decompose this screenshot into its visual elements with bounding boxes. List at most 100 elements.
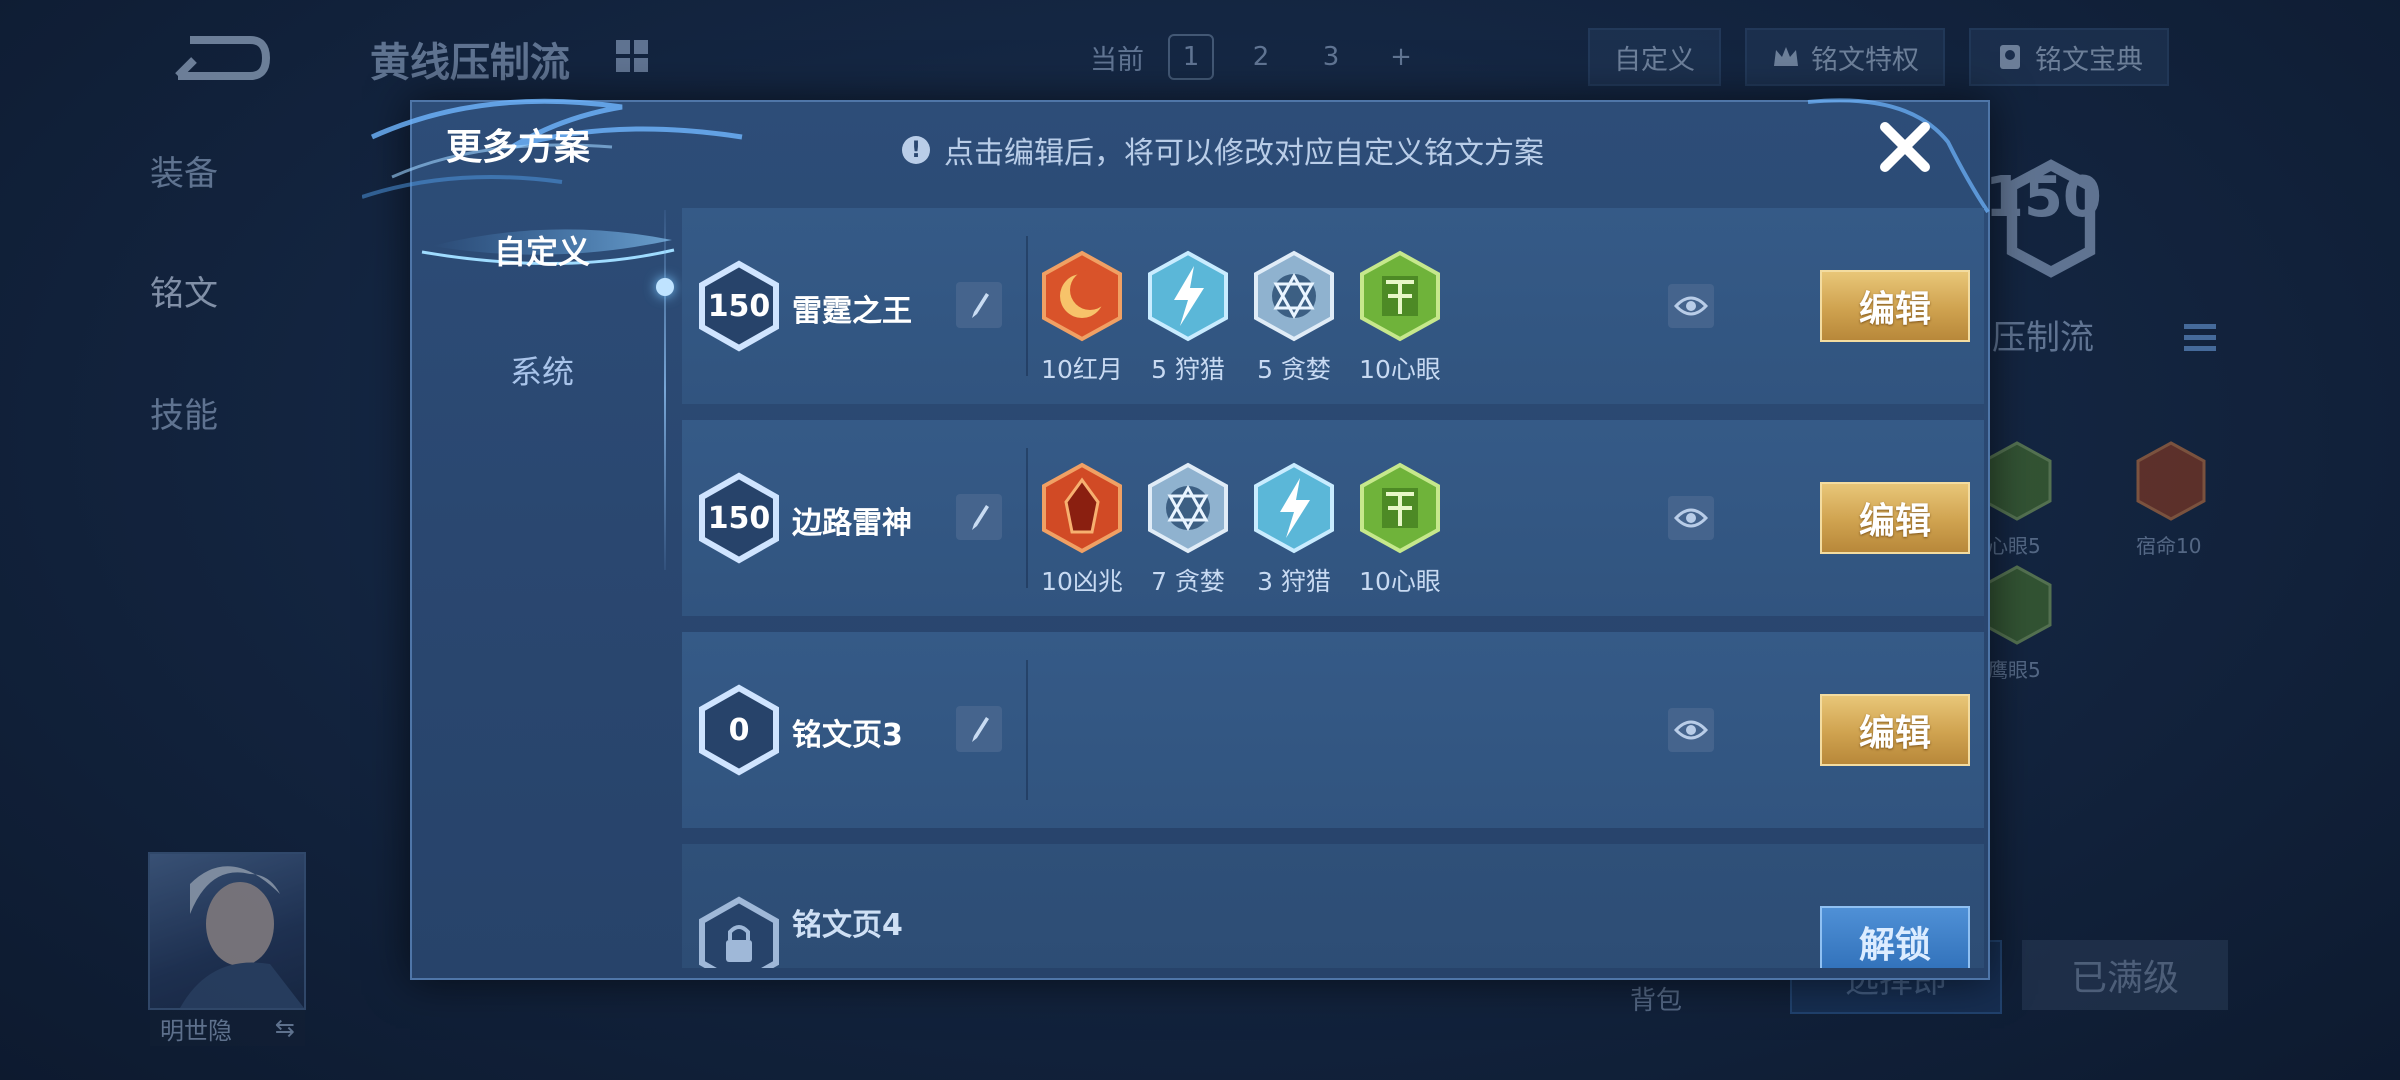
pen-icon bbox=[972, 717, 989, 742]
custom-button[interactable]: 自定义 bbox=[1588, 28, 1721, 86]
edit-button[interactable]: 编辑 bbox=[1820, 482, 1970, 554]
close-icon bbox=[1880, 122, 1930, 172]
hero-avatar[interactable] bbox=[148, 852, 306, 1010]
crimson-moon-rune-icon bbox=[1042, 250, 1122, 342]
rune-page-level: 0 bbox=[728, 712, 750, 748]
greed-rune-icon bbox=[1254, 250, 1334, 342]
rename-button[interactable] bbox=[956, 494, 1002, 540]
rune-item[interactable]: 10红月 bbox=[1041, 250, 1123, 386]
swap-icon[interactable]: ⇆ bbox=[275, 1014, 295, 1042]
bg-rune-label: 鹰眼5 bbox=[1988, 658, 2041, 682]
page-tab-1[interactable]: 1 bbox=[1168, 34, 1214, 80]
rune-item[interactable]: 7 贪婪 bbox=[1148, 462, 1228, 598]
edit-button[interactable]: 编辑 bbox=[1820, 694, 1970, 766]
rename-button[interactable] bbox=[956, 282, 1002, 328]
rune-label: 3 狩猎 bbox=[1257, 567, 1331, 596]
hunting-rune-icon bbox=[1254, 462, 1334, 554]
hero-name: 明世隐 bbox=[160, 1016, 232, 1045]
rune-page-name: 边路雷神 bbox=[792, 506, 912, 541]
row-divider bbox=[1026, 236, 1028, 376]
crown-icon bbox=[1774, 47, 1798, 66]
hunting-rune-icon bbox=[1148, 250, 1228, 342]
privilege-button[interactable]: 铭文特权 bbox=[1745, 28, 1945, 86]
rune-page-row-locked: 铭文页4 解锁 bbox=[682, 844, 1984, 968]
back-icon[interactable] bbox=[170, 30, 270, 86]
rune-list: 10凶兆 7 贪婪 3 狩猎 10心眼 bbox=[1041, 462, 1441, 598]
rune-item[interactable]: 10心眼 bbox=[1359, 462, 1441, 598]
bag-label[interactable]: 背包 bbox=[1630, 980, 1682, 1017]
add-page-button[interactable]: + bbox=[1378, 34, 1424, 80]
preview-button[interactable] bbox=[1668, 496, 1714, 540]
close-button[interactable] bbox=[1870, 112, 1940, 182]
grid-icon[interactable] bbox=[614, 38, 650, 74]
rune-list: 10红月 5 狩猎 5 贪婪 10心眼 bbox=[1041, 250, 1441, 386]
rune-label: 7 贪婪 bbox=[1151, 567, 1225, 596]
rune-page-row: 0 铭文页3 编辑 bbox=[682, 632, 1984, 828]
active-tab-indicator bbox=[656, 278, 674, 296]
page-title: 黄线压制流 bbox=[370, 40, 570, 86]
rune-icon bbox=[1982, 565, 2052, 645]
greed-rune-icon bbox=[1148, 462, 1228, 554]
rune-label: 10红月 bbox=[1041, 355, 1123, 384]
side-tab-runes[interactable]: 铭文 bbox=[150, 266, 218, 315]
rune-page-row: 150 边路雷神 10凶兆 7 贪婪 3 狩猎 10心眼 编辑 bbox=[682, 420, 1984, 616]
page-tab-2[interactable]: 2 bbox=[1238, 34, 1284, 80]
bg-rune-label: 心眼5 bbox=[1988, 534, 2041, 558]
privilege-label: 铭文特权 bbox=[1811, 44, 1919, 76]
eye-icon bbox=[1674, 508, 1708, 528]
right-level: 150 bbox=[1985, 165, 2102, 230]
row-divider bbox=[1026, 448, 1028, 588]
rename-button[interactable] bbox=[956, 706, 1002, 752]
pen-icon bbox=[972, 505, 989, 530]
dialog-title: 更多方案 bbox=[446, 127, 591, 168]
tab-divider bbox=[664, 210, 666, 570]
rune-item[interactable]: 10凶兆 bbox=[1041, 462, 1123, 598]
book-icon bbox=[2000, 45, 2020, 69]
row-divider bbox=[1026, 660, 1028, 800]
rune-label: 10心眼 bbox=[1359, 567, 1441, 596]
tab-custom[interactable]: 自定义 bbox=[412, 210, 672, 290]
menu-icon[interactable] bbox=[2180, 318, 2220, 358]
eye-icon bbox=[1674, 296, 1708, 316]
ominous-rune-icon bbox=[1042, 462, 1122, 554]
hint-text: 点击编辑后，将可以修改对应自定义铭文方案 bbox=[944, 136, 1544, 171]
rune-page-level: 150 bbox=[707, 288, 771, 324]
rune-icon bbox=[2136, 441, 2206, 521]
pen-icon bbox=[972, 293, 989, 318]
rune-item[interactable]: 3 狩猎 bbox=[1254, 462, 1334, 598]
rune-page-name: 铭文页3 bbox=[792, 718, 903, 753]
rune-item[interactable]: 5 贪婪 bbox=[1254, 250, 1334, 386]
rune-label: 10凶兆 bbox=[1041, 567, 1123, 596]
rune-page-name: 铭文页4 bbox=[792, 908, 903, 943]
rune-item[interactable]: 5 狩猎 bbox=[1148, 250, 1228, 386]
hero-name-bar[interactable]: 明世隐 ⇆ bbox=[150, 1010, 305, 1046]
right-page-name: 压制流 bbox=[1992, 318, 2094, 358]
tab-system[interactable]: 系统 bbox=[412, 330, 672, 410]
rune-icon bbox=[1982, 441, 2052, 521]
preview-button[interactable] bbox=[1668, 708, 1714, 752]
hero-portrait bbox=[180, 866, 304, 1008]
bg-rune-label: 宿命10 bbox=[2136, 534, 2202, 558]
rune-page-row: 150 雷霆之王 10红月 5 狩猎 5 贪婪 10心眼 编辑 bbox=[682, 208, 1984, 404]
rune-page-list[interactable]: 150 雷霆之王 10红月 5 狩猎 5 贪婪 10心眼 编辑 150 边路雷神… bbox=[682, 208, 1984, 968]
max-level-button[interactable]: 已满级 bbox=[2022, 940, 2228, 1010]
rune-page-name: 雷霆之王 bbox=[792, 294, 912, 329]
mind-eye-rune-icon bbox=[1360, 462, 1440, 554]
rune-page-level: 150 bbox=[707, 500, 771, 536]
rune-label: 10心眼 bbox=[1359, 355, 1441, 384]
rune-item[interactable]: 10心眼 bbox=[1359, 250, 1441, 386]
page-tab-3[interactable]: 3 bbox=[1308, 34, 1354, 80]
dialog-hint: ! 点击编辑后，将可以修改对应自定义铭文方案 bbox=[902, 128, 1544, 172]
more-plans-dialog: 更多方案 ! 点击编辑后，将可以修改对应自定义铭文方案 自定义 系统 150 雷… bbox=[362, 98, 1990, 980]
rune-label: 5 贪婪 bbox=[1257, 355, 1331, 384]
guide-button[interactable]: 铭文宝典 bbox=[1969, 28, 2169, 86]
plan-type-tabs: 自定义 系统 bbox=[412, 210, 682, 980]
edit-button[interactable]: 编辑 bbox=[1820, 270, 1970, 342]
side-tab-skills[interactable]: 技能 bbox=[150, 388, 218, 437]
mind-eye-rune-icon bbox=[1360, 250, 1440, 342]
side-tab-equipment[interactable]: 装备 bbox=[150, 146, 218, 195]
lock-hexagon-icon bbox=[699, 896, 779, 968]
guide-label: 铭文宝典 bbox=[2035, 44, 2143, 76]
unlock-button[interactable]: 解锁 bbox=[1820, 906, 1970, 968]
preview-button[interactable] bbox=[1668, 284, 1714, 328]
